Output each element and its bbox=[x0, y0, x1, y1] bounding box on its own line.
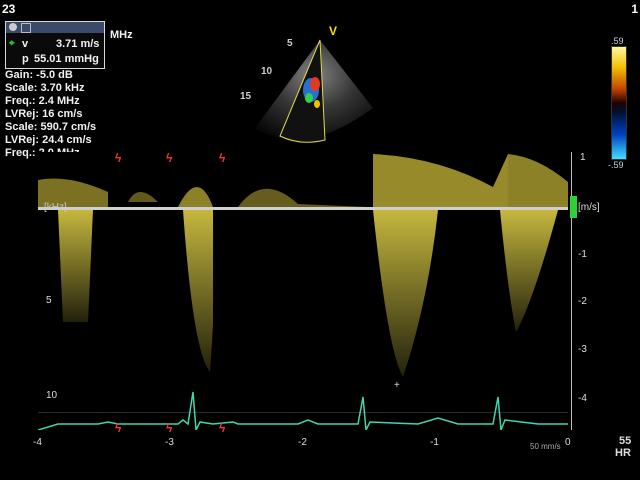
velocity-label: v bbox=[22, 38, 29, 50]
param-gain: Gain: -5.0 dB bbox=[5, 69, 73, 81]
doppler-baseline[interactable] bbox=[38, 207, 568, 210]
baseline-handle[interactable] bbox=[570, 196, 577, 218]
trigger-marker: ϟ bbox=[115, 151, 122, 165]
heart-rate-label: HR bbox=[615, 447, 631, 459]
trigger-marker: ϟ bbox=[219, 421, 226, 435]
color-velocity-bar bbox=[611, 46, 627, 160]
param-scale-khz: Scale: 3.70 kHz bbox=[5, 82, 85, 94]
heart-rate-value: 55 bbox=[619, 435, 632, 447]
param-freq-1: Freq.: 2.4 MHz bbox=[5, 95, 80, 107]
khz-axis-label: [kHz] bbox=[44, 202, 67, 213]
time-tick: -3 bbox=[165, 437, 174, 448]
acquisition-parameters: Gain: -5.0 dB Scale: 3.70 kHz Freq.: 2.4… bbox=[5, 69, 96, 160]
time-tick: -4 bbox=[33, 437, 42, 448]
trigger-marker: ϟ bbox=[219, 151, 226, 165]
colorbar-min: -.59 bbox=[608, 160, 624, 170]
frequency-tick: 10 bbox=[46, 390, 58, 401]
depth-tick: 5 bbox=[287, 38, 293, 49]
measurement-box[interactable]: ⌖ v 3.71 m/s p 55.01 mmHg bbox=[5, 21, 105, 69]
velocity-tick: -4 bbox=[578, 393, 587, 404]
record-icon[interactable] bbox=[9, 23, 17, 31]
param-scale-cms: Scale: 590.7 cm/s bbox=[5, 121, 97, 133]
sweep-speed: 50 mm/s bbox=[530, 442, 561, 451]
colorbar-max: .59 bbox=[611, 36, 624, 46]
time-tick: 0 bbox=[565, 437, 571, 448]
param-lvrej-2: LVRej: 24.4 cm/s bbox=[5, 134, 92, 146]
time-tick: -2 bbox=[298, 437, 307, 448]
trigger-marker: ϟ bbox=[115, 421, 122, 435]
velocity-tick: 1 bbox=[580, 152, 586, 163]
param-lvrej-1: LVRej: 16 cm/s bbox=[5, 108, 83, 120]
pressure-label: p bbox=[22, 53, 29, 65]
spectral-doppler-display[interactable] bbox=[38, 152, 568, 430]
trigger-marker: ϟ bbox=[166, 151, 173, 165]
measurement-box-header[interactable] bbox=[6, 22, 104, 33]
velocity-tick: -2 bbox=[578, 296, 587, 307]
probe-frequency-unit: MHz bbox=[110, 29, 133, 41]
velocity-unit: [m/s] bbox=[578, 202, 600, 213]
velocity-tick: -3 bbox=[578, 344, 587, 355]
time-tick: -1 bbox=[430, 437, 439, 448]
sector-mode-label: V bbox=[329, 24, 338, 38]
crosshair-icon: ⌖ bbox=[9, 38, 15, 49]
depth-tick: 15 bbox=[240, 91, 252, 102]
trigger-marker: ϟ bbox=[166, 421, 173, 435]
depth-tick: 10 bbox=[261, 66, 273, 77]
pressure-value: 55.01 mmHg bbox=[34, 53, 99, 65]
frame-number: 23 bbox=[2, 2, 16, 16]
corner-number: 1 bbox=[631, 2, 638, 16]
velocity-value: 3.71 m/s bbox=[56, 38, 100, 50]
frequency-tick: 5 bbox=[46, 295, 52, 306]
sector-image[interactable] bbox=[225, 18, 385, 148]
velocity-axis bbox=[571, 152, 572, 430]
measurement-cursor[interactable]: + bbox=[394, 380, 400, 391]
caliper-icon[interactable] bbox=[21, 23, 31, 33]
velocity-tick: -1 bbox=[578, 249, 587, 260]
